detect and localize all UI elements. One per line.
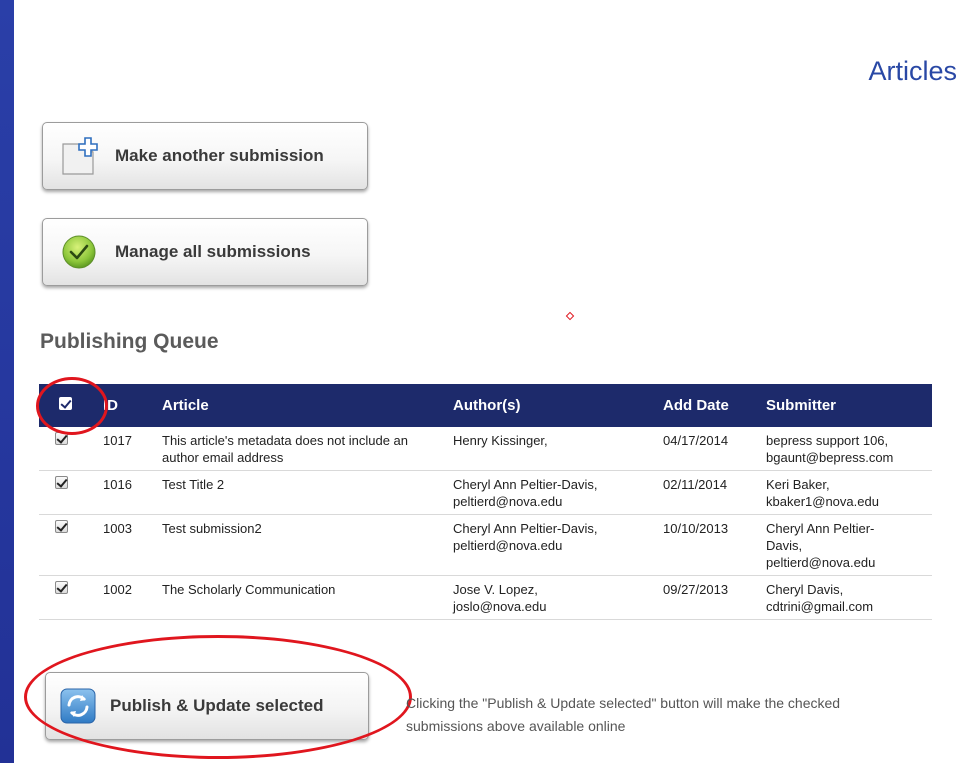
row-article[interactable]: Test submission2 xyxy=(156,514,447,576)
author-line: Henry Kissinger, xyxy=(453,433,548,448)
row-add-date: 09/27/2013 xyxy=(657,575,760,620)
submitter-line: Cheryl Davis, xyxy=(766,582,844,597)
content-panel: Articles Make another submission Manage … xyxy=(14,0,971,763)
row-authors: Jose V. Lopez, joslo@nova.edu xyxy=(447,575,657,620)
row-article[interactable]: The Scholarly Communication xyxy=(156,575,447,620)
submitter-line: cdtrini@gmail.com xyxy=(766,599,874,614)
author-line: Cheryl Ann Peltier-Davis, xyxy=(453,477,598,492)
author-line: Cheryl Ann Peltier-Davis, xyxy=(453,521,598,536)
row-add-date: 04/17/2014 xyxy=(657,427,760,471)
row-id: 1016 xyxy=(97,470,156,515)
table-row: 1017 This article's metadata does not in… xyxy=(39,427,932,471)
row-submitter: Keri Baker, kbaker1@nova.edu xyxy=(760,470,932,515)
row-checkbox[interactable] xyxy=(55,581,68,594)
row-select-cell xyxy=(39,470,97,515)
make-submission-label: Make another submission xyxy=(115,146,324,165)
row-article[interactable]: This article's metadata does not include… xyxy=(156,427,447,471)
row-id: 1002 xyxy=(97,575,156,620)
submitter-line: Cheryl Ann Peltier- xyxy=(766,521,875,536)
submitter-line: bgaunt@bepress.com xyxy=(766,450,894,465)
column-header-add-date[interactable]: Add Date xyxy=(657,384,760,427)
row-submitter: Cheryl Ann Peltier- Davis, peltierd@nova.e… xyxy=(760,514,932,576)
manage-submissions-button[interactable]: Manage all submissions xyxy=(42,218,368,286)
row-add-date: 02/11/2014 xyxy=(657,470,760,515)
row-add-date: 10/10/2013 xyxy=(657,514,760,576)
manage-submissions-label: Manage all submissions xyxy=(115,242,311,261)
publish-update-label: Publish & Update selected xyxy=(110,696,324,715)
author-line: peltierd@nova.edu xyxy=(453,494,563,509)
column-header-submitter[interactable]: Submitter xyxy=(760,384,932,427)
submitter-line: Davis, xyxy=(766,538,803,553)
row-article[interactable]: Test Title 2 xyxy=(156,470,447,515)
table-header-row: ID Article Author(s) Add Date Submitter xyxy=(39,384,932,427)
table-row: 1016 Test Title 2 Cheryl Ann Peltier-Dav… xyxy=(39,470,932,515)
row-checkbox[interactable] xyxy=(55,476,68,489)
publish-help-text: Clicking the "Publish & Update selected"… xyxy=(406,695,841,734)
row-authors: Cheryl Ann Peltier-Davis, peltierd@nova.e… xyxy=(447,514,657,576)
row-checkbox[interactable] xyxy=(55,432,68,445)
author-line: Jose V. Lopez, xyxy=(453,582,538,597)
row-select-cell xyxy=(39,514,97,576)
author-line: peltierd@nova.edu xyxy=(453,538,563,553)
publishing-queue-table: ID Article Author(s) Add Date Submitter … xyxy=(39,384,932,620)
row-authors: Cheryl Ann Peltier-Davis, peltierd@nova.e… xyxy=(447,470,657,515)
author-line: joslo@nova.edu xyxy=(453,599,547,614)
submitter-line: Keri Baker, xyxy=(766,477,830,492)
publishing-queue-heading: Publishing Queue xyxy=(40,330,219,353)
submitter-line: bepress support 106, xyxy=(766,433,889,448)
column-header-id[interactable]: ID xyxy=(97,384,156,427)
row-id: 1003 xyxy=(97,514,156,576)
select-all-checkbox[interactable] xyxy=(59,397,72,410)
row-select-cell xyxy=(39,427,97,471)
submitter-line: kbaker1@nova.edu xyxy=(766,494,879,509)
refresh-arrows-icon xyxy=(60,688,96,724)
row-submitter: Cheryl Davis, cdtrini@gmail.com xyxy=(760,575,932,620)
green-check-icon xyxy=(62,235,96,269)
annotation-marker xyxy=(565,311,575,321)
column-header-article[interactable]: Article xyxy=(156,384,447,427)
page-title: Articles xyxy=(868,56,957,86)
select-all-cell xyxy=(39,384,97,427)
table-row: 1003 Test submission2 Cheryl Ann Peltier… xyxy=(39,514,932,576)
row-submitter: bepress support 106, bgaunt@bepress.com xyxy=(760,427,932,471)
make-submission-button[interactable]: Make another submission xyxy=(42,122,368,190)
row-id: 1017 xyxy=(97,427,156,471)
row-select-cell xyxy=(39,575,97,620)
add-document-icon xyxy=(62,137,98,175)
column-header-authors[interactable]: Author(s) xyxy=(447,384,657,427)
submitter-line: peltierd@nova.edu xyxy=(766,555,876,570)
row-checkbox[interactable] xyxy=(55,520,68,533)
table-row: 1002 The Scholarly Communication Jose V.… xyxy=(39,575,932,620)
publish-update-button[interactable]: Publish & Update selected xyxy=(45,672,369,740)
row-authors: Henry Kissinger, xyxy=(447,427,657,471)
